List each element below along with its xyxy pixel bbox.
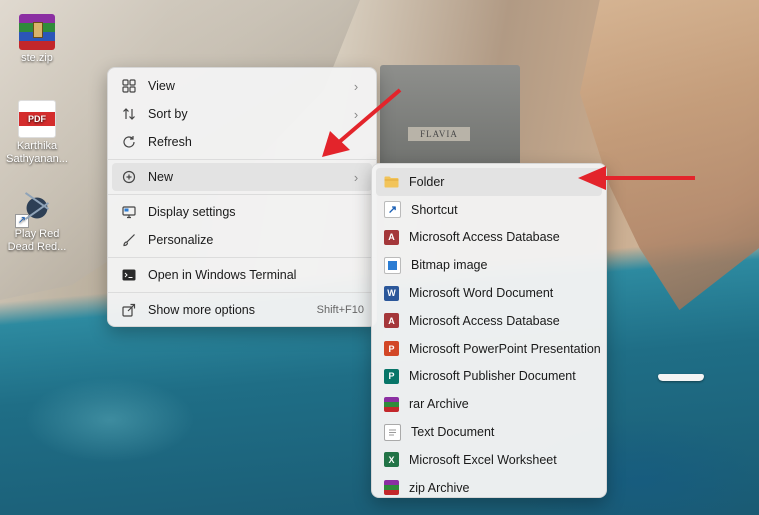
- submenu-item-word-document[interactable]: W Microsoft Word Document: [376, 279, 602, 307]
- brush-icon: [121, 232, 137, 248]
- folder-icon: [384, 174, 399, 189]
- word-icon: W: [384, 285, 399, 301]
- wallpaper-building: FLAVIA: [380, 65, 520, 175]
- shortcut-overlay-icon: ↗: [15, 214, 29, 228]
- desktop-icon-label: ste.zip: [21, 52, 53, 64]
- submenu-item-label: zip Archive: [409, 480, 470, 495]
- menu-item-label: New: [148, 170, 174, 184]
- submenu-item-label: Text Document: [411, 425, 495, 440]
- desktop-context-menu: View › Sort by › Refresh New › Display s…: [107, 67, 377, 327]
- plus-circle-icon: [121, 169, 137, 185]
- wallpaper-boat: [658, 374, 704, 381]
- submenu-item-label: Bitmap image: [411, 258, 488, 273]
- menu-separator: [108, 292, 376, 293]
- terminal-icon: [121, 267, 137, 283]
- submenu-item-label: Shortcut: [411, 202, 458, 217]
- desktop-icon-label: Karthika Sathyanan...: [6, 140, 68, 165]
- submenu-item-access-database[interactable]: A Microsoft Access Database: [376, 224, 602, 252]
- chevron-right-icon: ›: [353, 106, 359, 122]
- menu-item-label: Open in Windows Terminal: [148, 268, 297, 282]
- submenu-item-label: Microsoft PowerPoint Presentation: [409, 341, 601, 356]
- bitmap-icon: [384, 256, 401, 274]
- submenu-item-label: Microsoft Access Database: [409, 230, 560, 245]
- access-icon: A: [384, 229, 399, 245]
- publisher-icon: P: [384, 368, 399, 384]
- submenu-item-powerpoint[interactable]: P Microsoft PowerPoint Presentation: [376, 335, 602, 363]
- game-shortcut-icon: ↗: [15, 190, 55, 228]
- submenu-item-label: Microsoft Publisher Document: [409, 369, 576, 384]
- menu-item-display-settings[interactable]: Display settings: [112, 198, 372, 226]
- menu-separator: [108, 159, 376, 160]
- menu-item-open-terminal[interactable]: Open in Windows Terminal: [112, 261, 372, 289]
- submenu-item-publisher[interactable]: P Microsoft Publisher Document: [376, 363, 602, 391]
- refresh-icon: [121, 134, 137, 150]
- desktop-icon-ste-zip[interactable]: ste.zip: [1, 14, 73, 65]
- submenu-item-excel-worksheet[interactable]: X Microsoft Excel Worksheet: [376, 446, 602, 474]
- share-icon: [121, 302, 137, 318]
- submenu-item-text-document[interactable]: Text Document: [376, 418, 602, 446]
- menu-item-personalize[interactable]: Personalize: [112, 226, 372, 254]
- menu-item-shortcut: Shift+F10: [316, 304, 364, 316]
- sort-icon: [121, 106, 137, 122]
- menu-item-label: Refresh: [148, 135, 192, 149]
- chevron-right-icon: ›: [353, 78, 359, 94]
- submenu-item-label: Microsoft Access Database: [409, 313, 560, 328]
- rar-icon: [384, 396, 399, 412]
- winrar-archive-icon: [19, 14, 55, 50]
- submenu-item-label: Microsoft Excel Worksheet: [409, 452, 557, 467]
- menu-separator: [108, 194, 376, 195]
- desktop-icon-label: Play Red Dead Red...: [7, 228, 67, 253]
- submenu-item-folder[interactable]: Folder: [376, 168, 602, 196]
- menu-item-new[interactable]: New ›: [112, 163, 372, 191]
- desktop-icon-game[interactable]: ↗ Play Red Dead Red...: [1, 190, 73, 254]
- shortcut-icon: ↗: [384, 201, 401, 219]
- menu-item-sort-by[interactable]: Sort by ›: [112, 100, 372, 128]
- submenu-item-zip-archive[interactable]: zip Archive: [376, 474, 602, 502]
- menu-item-view[interactable]: View ›: [112, 72, 372, 100]
- menu-item-label: Personalize: [148, 233, 214, 247]
- chevron-right-icon: ›: [353, 169, 359, 185]
- menu-item-label: Sort by: [148, 107, 188, 121]
- menu-item-label: View: [148, 79, 175, 93]
- submenu-item-shortcut[interactable]: ↗ Shortcut: [376, 196, 602, 224]
- menu-separator: [108, 257, 376, 258]
- menu-item-label: Show more options: [148, 303, 256, 317]
- submenu-item-label: Microsoft Word Document: [409, 286, 554, 301]
- submenu-item-label: rar Archive: [409, 397, 469, 412]
- submenu-item-bitmap-image[interactable]: Bitmap image: [376, 251, 602, 279]
- menu-item-refresh[interactable]: Refresh: [112, 128, 372, 156]
- submenu-item-rar-archive[interactable]: rar Archive: [376, 390, 602, 418]
- text-doc-icon: [384, 423, 401, 441]
- pdf-file-icon: PDF: [18, 100, 56, 138]
- excel-icon: X: [384, 452, 399, 468]
- submenu-item-access-database-2[interactable]: A Microsoft Access Database: [376, 307, 602, 335]
- building-plaque: FLAVIA: [408, 127, 470, 141]
- new-submenu: Folder ↗ Shortcut A Microsoft Access Dat…: [371, 163, 607, 498]
- desktop-icon-pdf[interactable]: PDF Karthika Sathyanan...: [1, 100, 73, 166]
- access-icon: A: [384, 313, 399, 329]
- submenu-item-label: Folder: [409, 174, 445, 189]
- display-icon: [121, 204, 137, 220]
- view-icon: [121, 78, 137, 94]
- zip-icon: [384, 480, 399, 496]
- powerpoint-icon: P: [384, 341, 399, 357]
- menu-item-show-more-options[interactable]: Show more options Shift+F10: [112, 296, 372, 324]
- menu-item-label: Display settings: [148, 205, 236, 219]
